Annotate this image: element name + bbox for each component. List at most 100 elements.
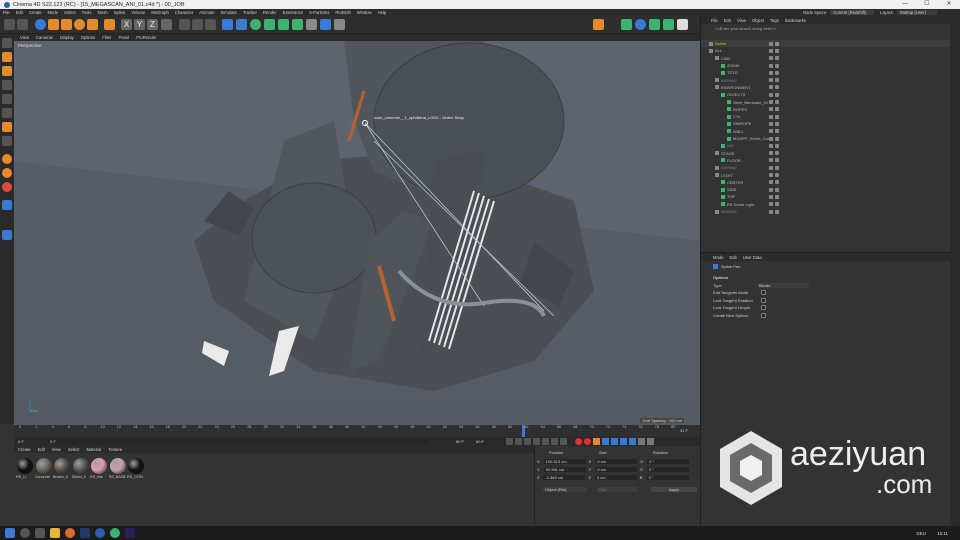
object-row[interactable]: CAM <box>701 55 951 62</box>
object-name[interactable]: Spline <box>715 41 726 46</box>
position-field[interactable]: 92.961 cm <box>543 466 586 472</box>
visibility-dot-icon[interactable] <box>769 143 773 148</box>
object-row[interactable]: MGHPF_Street_Curbs <box>701 135 951 142</box>
object-name[interactable]: Steel_Barricade_01 <box>733 100 768 105</box>
rs-light-icon[interactable] <box>663 19 674 30</box>
material-menu-texture[interactable]: Texture <box>108 447 122 452</box>
object-name[interactable]: ALL <box>715 48 722 53</box>
polygons-mode-icon[interactable] <box>2 94 12 104</box>
object-visibility-toggles[interactable] <box>769 129 779 134</box>
option-checkbox[interactable] <box>761 290 766 295</box>
recent-tools-icon[interactable] <box>104 19 115 30</box>
object-visibility-toggles[interactable] <box>769 209 779 214</box>
visibility-dot-icon[interactable] <box>769 129 773 134</box>
checkmark-icon[interactable] <box>775 70 779 75</box>
rs-render-view-icon[interactable] <box>677 19 688 30</box>
object-row[interactable]: SIMROPE <box>701 120 951 127</box>
render-settings-icon[interactable] <box>205 19 216 30</box>
object-row[interactable]: CENTER <box>701 179 951 186</box>
object-row[interactable]: ROPES <box>701 106 951 113</box>
aftereffects-icon[interactable] <box>125 528 135 538</box>
checkmark-icon[interactable] <box>775 107 779 112</box>
material-menu-edit[interactable]: Edit <box>38 447 45 452</box>
checkmark-icon[interactable] <box>775 143 779 148</box>
object-visibility-toggles[interactable] <box>769 56 779 61</box>
object-visibility-toggles[interactable] <box>769 92 779 97</box>
object-visibility-toggles[interactable] <box>769 41 779 46</box>
object-row[interactable]: ////////////// <box>701 164 951 171</box>
workplane-icon[interactable] <box>2 200 12 210</box>
start-frame-field[interactable]: 0 F <box>18 439 24 444</box>
clock[interactable]: 15:11 <box>937 531 948 536</box>
object-name[interactable]: MGHPF_Street_Curbs <box>733 136 773 141</box>
render-view-icon[interactable] <box>192 19 203 30</box>
object-row[interactable]: STAGE <box>701 150 951 157</box>
snap-icon[interactable] <box>2 136 12 146</box>
viewport-menu-panel[interactable]: Panel <box>119 35 130 40</box>
visibility-dot-icon[interactable] <box>769 180 773 185</box>
om-menu-bookmarks[interactable]: Bookmarks <box>785 18 806 23</box>
object-name[interactable]: SIDE <box>727 187 736 192</box>
object-name[interactable]: LIGHT <box>721 173 733 178</box>
redshift-icon[interactable] <box>593 19 604 30</box>
autokey-icon[interactable] <box>584 438 591 445</box>
checkmark-icon[interactable] <box>775 63 779 68</box>
visibility-dot-icon[interactable] <box>769 209 773 214</box>
menu-redshift[interactable]: Redshift <box>335 10 350 15</box>
next-key-icon[interactable] <box>551 438 558 445</box>
object-row[interactable]: CYL <box>701 113 951 120</box>
material-swatch[interactable] <box>109 458 126 474</box>
visibility-dot-icon[interactable] <box>769 63 773 68</box>
object-visibility-toggles[interactable] <box>769 48 779 53</box>
material-swatch[interactable] <box>91 458 107 474</box>
object-name[interactable]: ENVIRONMENT <box>721 85 751 90</box>
solo-icon[interactable] <box>2 154 12 164</box>
rotation-field[interactable]: 0 ° <box>646 474 689 480</box>
layout-switch[interactable]: Layout: Startup (User) <box>880 10 937 15</box>
node-space[interactable]: Node Space: Current (Redshift) <box>803 10 875 15</box>
visibility-dot-icon[interactable] <box>769 202 773 207</box>
option-checkbox[interactable] <box>761 312 766 318</box>
object-row[interactable]: FLOOR <box>701 157 951 164</box>
coordinate-system-icon[interactable] <box>161 19 172 30</box>
checkmark-icon[interactable] <box>775 180 779 185</box>
menu-tracker[interactable]: Tracker <box>243 10 257 15</box>
object-name[interactable]: STAGE <box>721 151 734 156</box>
object-row[interactable]: ZOOM <box>701 62 951 69</box>
cube-icon[interactable] <box>222 19 233 30</box>
object-visibility-toggles[interactable] <box>769 100 779 105</box>
object-row[interactable]: ENVIRONMENT <box>701 84 951 91</box>
object-row[interactable]: ////////////// <box>701 77 951 84</box>
object-visibility-toggles[interactable] <box>769 85 779 90</box>
size-field[interactable]: 0 cm <box>595 458 638 464</box>
visibility-dot-icon[interactable] <box>769 194 773 199</box>
viewport[interactable]: Perspective scan_concrete__1_uphdbrna_LO… <box>14 41 700 425</box>
explorer-icon[interactable] <box>50 528 60 538</box>
checkmark-icon[interactable] <box>775 209 779 214</box>
visibility-dot-icon[interactable] <box>769 151 773 156</box>
mograph-icon[interactable] <box>292 19 303 30</box>
menu-file[interactable]: File <box>3 10 10 15</box>
record-icon[interactable] <box>575 438 582 445</box>
object-row[interactable]: SIDE <box>701 186 951 193</box>
object-name[interactable]: TOP <box>727 194 735 199</box>
lock-workplane-icon[interactable] <box>2 230 12 240</box>
type-select[interactable]: Bezier <box>757 283 809 288</box>
visibility-dot-icon[interactable] <box>769 114 773 119</box>
visibility-dot-icon[interactable] <box>769 107 773 112</box>
object-name[interactable]: CYL <box>733 114 741 119</box>
om-menu-view[interactable]: View <box>737 18 746 23</box>
menu-character[interactable]: Character <box>175 10 193 15</box>
size-field[interactable]: 0 cm <box>594 474 637 480</box>
visibility-dot-icon[interactable] <box>769 173 773 178</box>
position-key-icon[interactable] <box>602 438 609 445</box>
checkmark-icon[interactable] <box>775 48 779 53</box>
om-menu-file[interactable]: File <box>711 18 718 23</box>
texture-mode-icon[interactable] <box>2 52 12 62</box>
close-button[interactable]: ✕ <box>938 0 960 9</box>
object-row[interactable]: Spline <box>701 40 951 48</box>
camera-icon[interactable] <box>320 19 331 30</box>
goto-end-icon[interactable] <box>560 438 567 445</box>
prev-key-icon[interactable] <box>515 438 522 445</box>
object-visibility-toggles[interactable] <box>769 136 779 141</box>
